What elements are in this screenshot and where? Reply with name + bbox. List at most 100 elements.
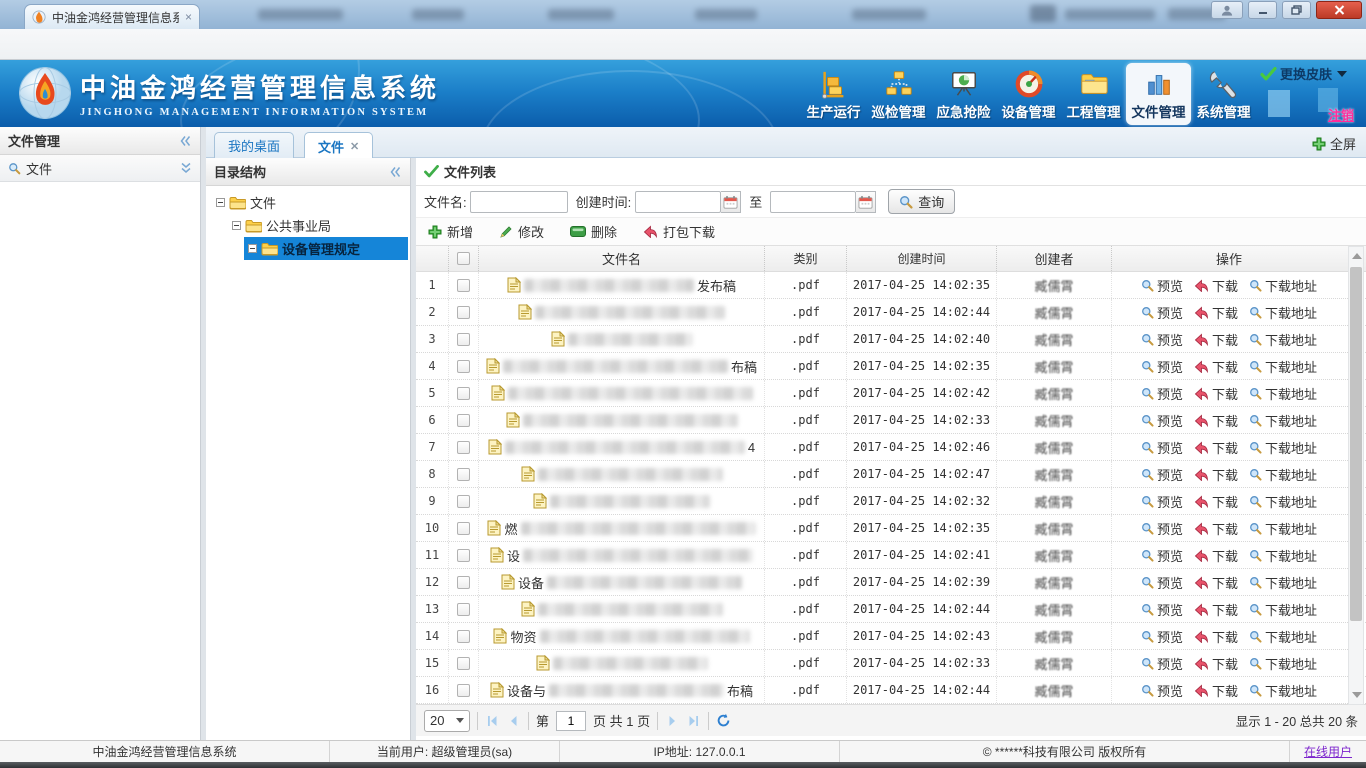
action-下载[interactable]: 下载 — [1194, 600, 1238, 619]
row-checkbox[interactable] — [449, 272, 479, 298]
action-下载地址[interactable]: 下载地址 — [1249, 330, 1317, 349]
action-预览[interactable]: 预览 — [1141, 573, 1183, 592]
skin-swatch[interactable] — [1268, 90, 1290, 117]
row-checkbox[interactable] — [449, 488, 479, 514]
calendar-icon[interactable] — [856, 191, 876, 213]
tab-close-icon[interactable]: ✕ — [350, 140, 359, 153]
action-下载[interactable]: 下载 — [1194, 411, 1238, 430]
nav-item[interactable]: 工程管理 — [1061, 63, 1126, 125]
table-row[interactable]: 9.pdf2017-04-25 14:02:32臧儒霄预览下载下载地址 — [416, 488, 1366, 515]
action-下载[interactable]: 下载 — [1194, 627, 1238, 646]
close-button[interactable] — [1316, 1, 1362, 19]
action-下载[interactable]: 下载 — [1194, 681, 1238, 700]
nav-item[interactable]: 文件管理 — [1126, 63, 1191, 125]
vertical-scrollbar[interactable] — [1348, 246, 1364, 705]
date-from-input[interactable] — [635, 191, 721, 213]
nav-item[interactable]: 生产运行 — [801, 63, 866, 125]
expand-box-icon[interactable] — [216, 198, 225, 207]
row-checkbox[interactable] — [449, 650, 479, 676]
action-下载地址[interactable]: 下载地址 — [1249, 357, 1317, 376]
table-row[interactable]: 6.pdf2017-04-25 14:02:33臧儒霄预览下载下载地址 — [416, 407, 1366, 434]
row-checkbox[interactable] — [449, 677, 479, 703]
action-预览[interactable]: 预览 — [1141, 519, 1183, 538]
action-下载地址[interactable]: 下载地址 — [1249, 600, 1317, 619]
table-row[interactable]: 10燃.pdf2017-04-25 14:02:35臧儒霄预览下载下载地址 — [416, 515, 1366, 542]
row-checkbox[interactable] — [449, 623, 479, 649]
tab-my-desktop[interactable]: 我的桌面 — [214, 132, 294, 158]
table-row[interactable]: 5.pdf2017-04-25 14:02:42臧儒霄预览下载下载地址 — [416, 380, 1366, 407]
page-size-select[interactable]: 20 — [424, 710, 470, 732]
collapse-tree-icon[interactable] — [389, 166, 402, 178]
action-预览[interactable]: 预览 — [1141, 438, 1183, 457]
toolbar-button[interactable]: 打包下载 — [643, 222, 715, 241]
scrollbar-thumb[interactable] — [1350, 267, 1362, 621]
refresh-icon[interactable] — [716, 713, 731, 728]
action-下载[interactable]: 下载 — [1194, 303, 1238, 322]
action-下载[interactable]: 下载 — [1194, 546, 1238, 565]
row-checkbox[interactable] — [449, 542, 479, 568]
row-checkbox[interactable] — [449, 461, 479, 487]
row-checkbox[interactable] — [449, 434, 479, 460]
prev-page-button[interactable] — [507, 714, 521, 728]
expand-box-icon[interactable] — [232, 221, 241, 230]
action-预览[interactable]: 预览 — [1141, 357, 1183, 376]
double-chevron-down-icon[interactable] — [180, 162, 192, 174]
row-checkbox[interactable] — [449, 596, 479, 622]
action-预览[interactable]: 预览 — [1141, 303, 1183, 322]
action-下载地址[interactable]: 下载地址 — [1249, 438, 1317, 457]
minimize-button[interactable] — [1248, 1, 1277, 19]
nav-item[interactable]: 应急抢险 — [931, 63, 996, 125]
table-row[interactable]: 3.pdf2017-04-25 14:02:40臧儒霄预览下载下载地址 — [416, 326, 1366, 353]
next-page-button[interactable] — [665, 714, 679, 728]
nav-item[interactable]: 系统管理 — [1191, 63, 1256, 125]
action-下载地址[interactable]: 下载地址 — [1249, 654, 1317, 673]
tree-node[interactable]: 设备管理规定 — [208, 237, 408, 260]
action-下载[interactable]: 下载 — [1194, 573, 1238, 592]
table-row[interactable]: 74.pdf2017-04-25 14:02:46臧儒霄预览下载下载地址 — [416, 434, 1366, 461]
action-预览[interactable]: 预览 — [1141, 546, 1183, 565]
action-预览[interactable]: 预览 — [1141, 681, 1183, 700]
tree-node[interactable]: 文件 — [208, 191, 408, 214]
last-page-button[interactable] — [686, 714, 701, 728]
logout-link[interactable]: 注销 — [1328, 105, 1354, 124]
online-users-link[interactable]: 在线用户 — [1304, 743, 1352, 760]
filename-input[interactable] — [470, 191, 568, 213]
action-下载地址[interactable]: 下载地址 — [1249, 465, 1317, 484]
action-预览[interactable]: 预览 — [1141, 276, 1183, 295]
action-下载地址[interactable]: 下载地址 — [1249, 276, 1317, 295]
collapse-left-icon[interactable] — [179, 135, 192, 147]
query-button[interactable]: 查询 — [888, 189, 955, 214]
toolbar-button[interactable]: 删除 — [570, 222, 617, 241]
table-row[interactable]: 11设.pdf2017-04-25 14:02:41臧儒霄预览下载下载地址 — [416, 542, 1366, 569]
nav-item[interactable]: 巡检管理 — [866, 63, 931, 125]
change-skin-button[interactable]: 更换皮肤 — [1260, 64, 1364, 83]
tab-close-icon[interactable]: × — [185, 10, 192, 24]
toolbar-button[interactable]: 新增 — [428, 222, 473, 241]
action-下载地址[interactable]: 下载地址 — [1249, 303, 1317, 322]
table-row[interactable]: 1发布稿.pdf2017-04-25 14:02:35臧儒霄预览下载下载地址 — [416, 272, 1366, 299]
maximize-button[interactable] — [1282, 1, 1311, 19]
fullscreen-button[interactable]: 全屏 — [1312, 134, 1356, 153]
browser-tab[interactable]: 中油金鸿经营管理信息系 × — [24, 4, 200, 29]
table-row[interactable]: 13.pdf2017-04-25 14:02:44臧儒霄预览下载下载地址 — [416, 596, 1366, 623]
action-下载[interactable]: 下载 — [1194, 438, 1238, 457]
row-checkbox[interactable] — [449, 380, 479, 406]
action-下载地址[interactable]: 下载地址 — [1249, 411, 1317, 430]
table-row[interactable]: 8.pdf2017-04-25 14:02:47臧儒霄预览下载下载地址 — [416, 461, 1366, 488]
action-预览[interactable]: 预览 — [1141, 654, 1183, 673]
tab-files[interactable]: 文件✕ — [304, 132, 373, 159]
calendar-icon[interactable] — [721, 191, 741, 213]
profile-button[interactable] — [1211, 1, 1243, 19]
first-page-button[interactable] — [485, 714, 500, 728]
action-下载地址[interactable]: 下载地址 — [1249, 627, 1317, 646]
action-下载[interactable]: 下载 — [1194, 330, 1238, 349]
nav-item[interactable]: 设备管理 — [996, 63, 1061, 125]
page-number-input[interactable] — [556, 711, 586, 731]
action-预览[interactable]: 预览 — [1141, 330, 1183, 349]
table-row[interactable]: 14物资.pdf2017-04-25 14:02:43臧儒霄预览下载下载地址 — [416, 623, 1366, 650]
action-下载[interactable]: 下载 — [1194, 384, 1238, 403]
tree-node[interactable]: 公共事业局 — [208, 214, 408, 237]
row-checkbox[interactable] — [449, 353, 479, 379]
table-row[interactable]: 4布稿.pdf2017-04-25 14:02:35臧儒霄预览下载下载地址 — [416, 353, 1366, 380]
action-下载[interactable]: 下载 — [1194, 519, 1238, 538]
